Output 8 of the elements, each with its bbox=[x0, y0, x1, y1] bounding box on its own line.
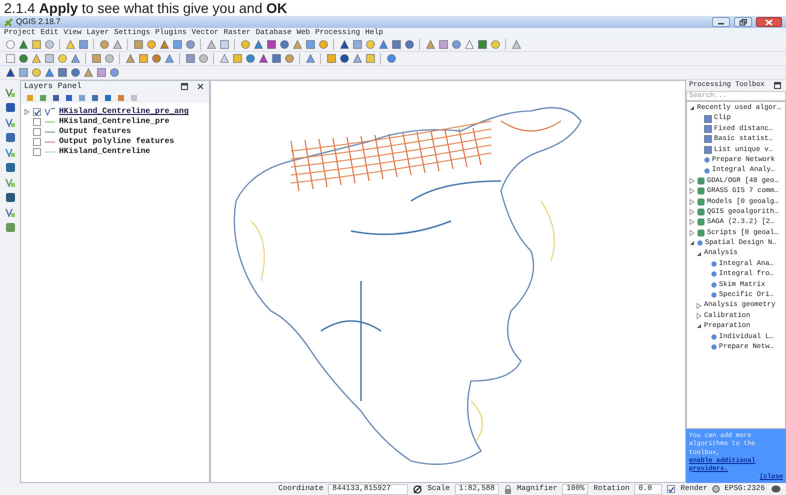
layer-name[interactable]: HKisland_Centreline_pre bbox=[59, 117, 170, 127]
layer-name[interactable]: HKisland_Centreline_pre_ang bbox=[59, 107, 189, 117]
window-title: QGIS 2.18.7 bbox=[16, 17, 60, 27]
slide-caption: 2.1.4 Apply to see what this give you and OK bbox=[3, 0, 288, 16]
layer-name[interactable]: HKisland_Centreline bbox=[59, 147, 150, 157]
panel-title: Layers Panel bbox=[24, 82, 82, 92]
layer-name[interactable]: Output polyline features bbox=[59, 137, 174, 147]
layer-name[interactable]: Output features bbox=[59, 127, 132, 137]
